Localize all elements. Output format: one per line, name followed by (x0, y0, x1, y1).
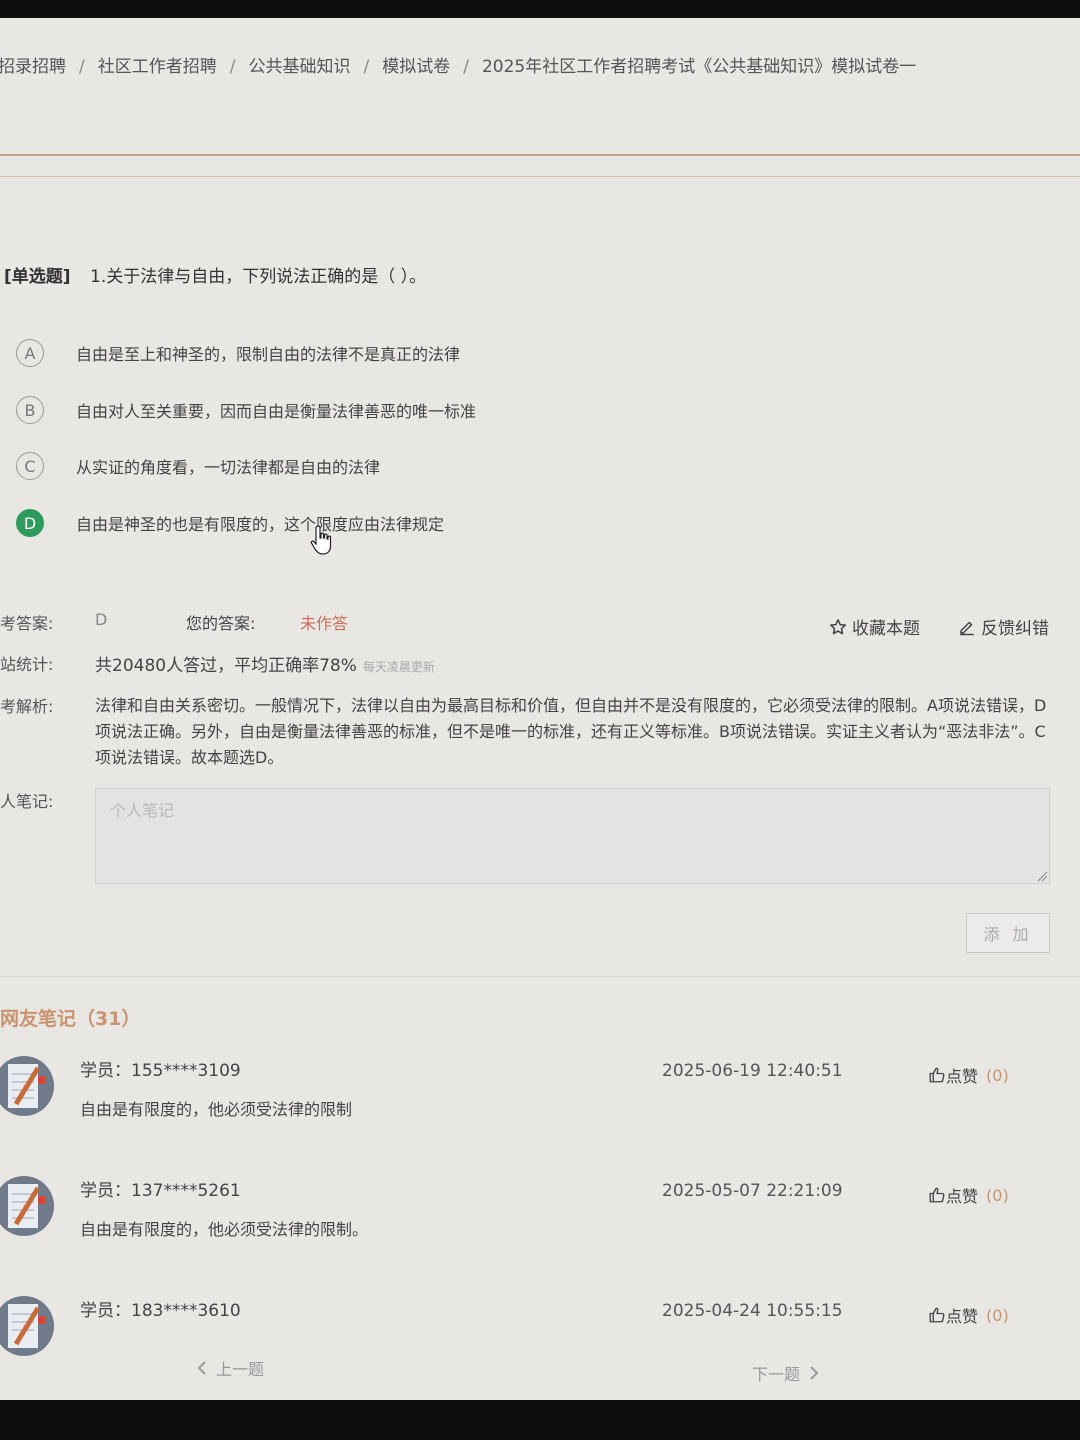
your-answer-label: 您的答案: (186, 614, 256, 633)
chevron-left-icon (197, 1361, 206, 1375)
avatar (0, 1056, 54, 1116)
edit-pencil-icon (960, 621, 974, 635)
option-c-marker[interactable]: C (16, 452, 44, 480)
thumbs-up-icon (929, 1187, 945, 1203)
like-button[interactable]: 点赞 (0) (928, 1063, 1009, 1087)
note-item: 学员：137****5261 2025-05-07 22:21:09 点赞 (0… (0, 1176, 1080, 1286)
your-answer-value: 未作答 (300, 614, 349, 633)
netizen-notes-title: 网友笔记（31） (0, 1008, 141, 1030)
stats-text: 共20480人答过，平均正确率78% (95, 656, 357, 676)
thumbs-up-icon (929, 1307, 945, 1323)
feedback-label: 反馈纠错 (981, 619, 1049, 639)
note-time: 2025-04-24 10:55:15 (662, 1301, 843, 1321)
star-icon (829, 618, 847, 634)
thumbs-up-icon (929, 1067, 945, 1083)
favorite-label: 收藏本题 (852, 619, 920, 639)
like-label: 点赞 (946, 1067, 979, 1086)
analysis-text: 法律和自由关系密切。一般情况下，法律以自由为最高目标和价值，但自由并不是没有限度… (95, 696, 1047, 767)
like-count: (0) (986, 1065, 1009, 1085)
analysis-label: 考解析: (0, 697, 54, 716)
resize-handle-icon[interactable] (1036, 870, 1048, 882)
personal-note-input[interactable]: 个人笔记 (95, 788, 1050, 884)
breadcrumb-separator: / (363, 57, 370, 77)
reference-answer-value: D (95, 610, 108, 629)
note-time: 2025-06-19 12:40:51 (662, 1061, 843, 1081)
add-note-button[interactable]: 添 加 (966, 913, 1050, 953)
breadcrumb-separator: / (463, 57, 469, 77)
note-item: 学员：155****3109 2025-06-19 12:40:51 点赞 (0… (0, 1056, 1080, 1166)
breadcrumb-item-3[interactable]: 公共基础知识 (248, 52, 350, 77)
breadcrumb-item-current: 2025年社区工作者招聘考试《公共基础知识》模拟试卷一 (481, 57, 917, 77)
breadcrumb-item-2[interactable]: 社区工作者招聘 (98, 52, 217, 77)
screen: 招录招聘 / 社区工作者招聘 / 公共基础知识 / 模拟试卷 / 2025年社区工作者招聘考试《… (0, 18, 1080, 1400)
avatar (0, 1176, 54, 1236)
divider (0, 176, 1080, 177)
like-label: 点赞 (946, 1187, 979, 1206)
personal-note-label: 人笔记: (0, 792, 54, 811)
stats-line: 共20480人答过，平均正确率78% 每天凌晨更新 (95, 651, 435, 676)
like-label: 点赞 (946, 1307, 979, 1326)
option-c-text: 从实证的角度看，一切法律都是自由的法律 (76, 458, 381, 477)
breadcrumb: 招录招聘 / 社区工作者招聘 / 公共基础知识 / 模拟试卷 / 2025年社区工作者招聘考试《… (0, 52, 916, 77)
breadcrumb-separator: / (229, 57, 236, 77)
option-c[interactable]: C 从实证的角度看，一切法律都是自由的法律 (16, 449, 380, 483)
like-button[interactable]: 点赞 (0) (928, 1183, 1009, 1207)
note-user: 学员：137****5261 (80, 1181, 241, 1201)
divider (0, 976, 1080, 977)
like-button[interactable]: 点赞 (0) (928, 1303, 1009, 1327)
breadcrumb-separator: / (79, 57, 85, 77)
chevron-right-icon (810, 1366, 819, 1380)
option-b[interactable]: B 自由对人至关重要，因而自由是衡量法律善恶的唯一标准 (16, 393, 476, 427)
note-time: 2025-05-07 22:21:09 (662, 1181, 843, 1201)
prev-question-label: 上一题 (216, 1360, 265, 1379)
stats-label: 站统计: (0, 655, 54, 674)
option-d-text: 自由是神圣的也是有限度的，这个限度应由法律规定 (76, 515, 445, 534)
option-a[interactable]: A 自由是至上和神圣的，限制自由的法律不是真正的法律 (16, 336, 460, 370)
next-question-button[interactable]: 下一题 (752, 1361, 820, 1385)
note-item: 学员：183****3610 2025-04-24 10:55:15 点赞 (0… (0, 1296, 1080, 1400)
question-type-label: [单选题] (4, 267, 71, 287)
stats-update-note: 每天凌晨更新 (362, 660, 435, 674)
reference-answer-label: 考答案: (0, 614, 54, 633)
option-d[interactable]: D 自由是神圣的也是有限度的，这个限度应由法律规定 (16, 506, 444, 540)
option-a-text: 自由是至上和神圣的，限制自由的法律不是真正的法律 (76, 345, 461, 364)
note-content: 自由是有限度的，他必须受法律的限制。 (80, 1220, 369, 1239)
question-text: 1.关于法律与自由，下列说法正确的是（ ）。 (90, 267, 427, 287)
like-count: (0) (986, 1305, 1009, 1325)
option-a-marker[interactable]: A (16, 339, 44, 367)
option-b-marker[interactable]: B (16, 396, 44, 424)
hand-cursor-icon (310, 525, 332, 555)
breadcrumb-item-4[interactable]: 模拟试卷 (382, 52, 450, 77)
divider (0, 154, 1080, 156)
option-b-text: 自由对人至关重要，因而自由是衡量法律善恶的唯一标准 (76, 402, 477, 421)
prev-question-button[interactable]: 上一题 (196, 1356, 264, 1380)
note-user: 学员：183****3610 (80, 1301, 241, 1321)
breadcrumb-item-1[interactable]: 招录招聘 (0, 52, 66, 77)
feedback-button[interactable]: 反馈纠错 (958, 614, 1049, 639)
next-question-label: 下一题 (752, 1365, 801, 1384)
note-user: 学员：155****3109 (80, 1061, 241, 1081)
option-d-marker-correct[interactable]: D (16, 509, 44, 537)
favorite-button[interactable]: 收藏本题 (829, 614, 920, 639)
like-count: (0) (986, 1185, 1009, 1205)
avatar (0, 1296, 54, 1356)
note-content: 自由是有限度的，他必须受法律的限制 (80, 1100, 353, 1119)
